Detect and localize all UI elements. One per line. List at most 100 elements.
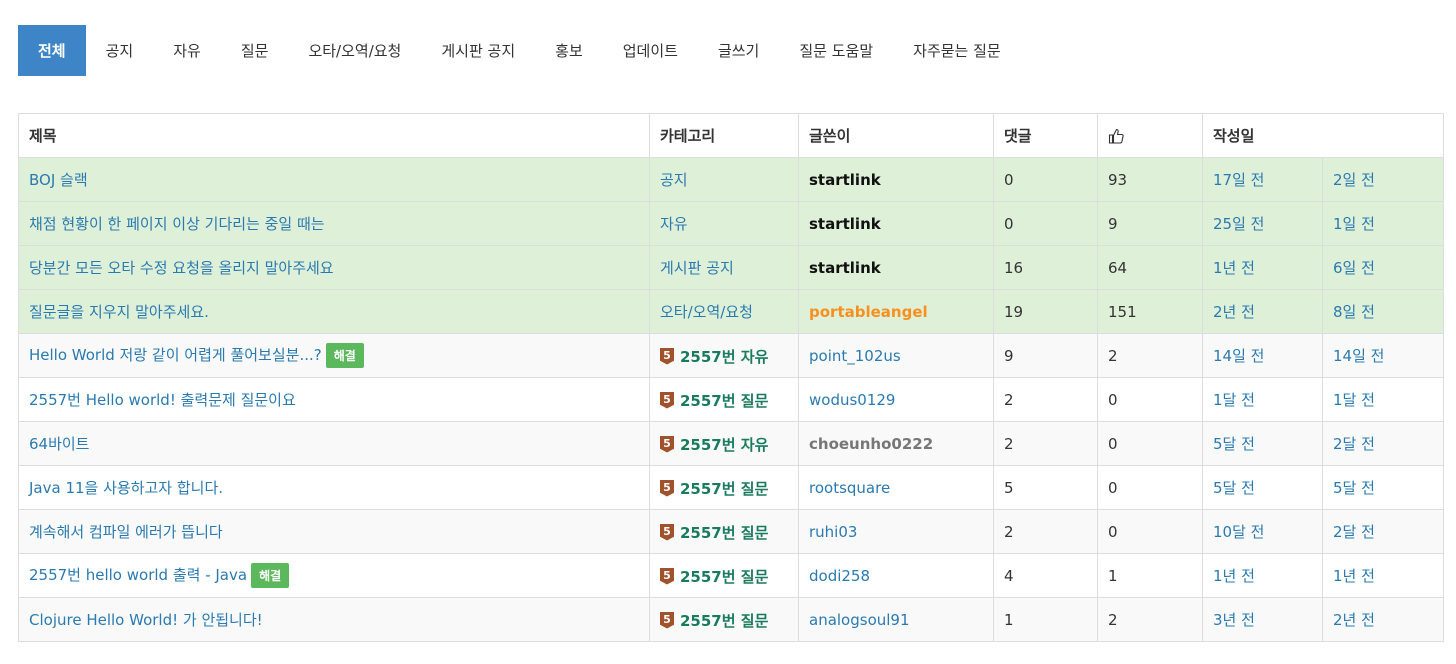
updated-time-link[interactable]: 1일 전 [1333,215,1375,233]
tab-8[interactable]: 글쓰기 [698,25,779,76]
created-time-link[interactable]: 1년 전 [1213,567,1255,585]
comment-count: 19 [1004,302,1024,321]
author-link[interactable]: startlink [809,259,881,277]
table-row[interactable]: BOJ 슬랙 공지 startlink 0 93 17일 전 2일 전 [18,157,1444,202]
problem-category-link[interactable]: 5 2557번 질문 [660,610,768,631]
tab-7[interactable]: 업데이트 [603,25,698,76]
updated-time-link[interactable]: 1달 전 [1333,391,1375,409]
tab-5[interactable]: 게시판 공지 [421,25,535,76]
tab-9[interactable]: 질문 도움말 [779,25,893,76]
author-link[interactable]: choeunho0222 [809,435,933,453]
post-title-link[interactable]: 당분간 모든 오타 수정 요청을 올리지 말아주세요 [29,259,334,277]
table-row[interactable]: 계속해서 컴파일 에러가 뜹니다 5 2557번 질문 ruhi03 2 0 10달 전 2달… [18,509,1444,554]
created-time-link[interactable]: 10달 전 [1213,523,1264,541]
post-title-link[interactable]: Java 11을 사용하고자 합니다. [29,479,223,497]
tab-2[interactable]: 자유 [153,25,221,76]
author-link[interactable]: portableangel [809,303,928,321]
tab-1[interactable]: 공지 [86,25,154,76]
header-category[interactable]: 카테고리 [649,113,799,158]
category-link[interactable]: 자유 [660,215,688,233]
problem-category-link[interactable]: 5 2557번 자유 [660,346,768,367]
table-row[interactable]: 질문글을 지우지 말아주세요. 오타/오역/요청 portableangel 19 15… [18,289,1444,334]
post-title-link[interactable]: Hello World 저랑 같이 어렵게 풀어보실분...? [29,346,322,364]
author-link[interactable]: startlink [809,171,881,189]
created-time-link[interactable]: 1년 전 [1213,259,1255,277]
header-date[interactable]: 작성일 [1202,113,1444,158]
author-link[interactable]: point_102us [809,347,901,365]
table-row[interactable]: Java 11을 사용하고자 합니다. 5 2557번 질문 rootsquare 5 0… [18,465,1444,510]
problem-category-link[interactable]: 5 2557번 질문 [660,566,768,587]
like-count: 1 [1108,566,1118,585]
created-time-link[interactable]: 3년 전 [1213,611,1255,629]
header-comments[interactable]: 댓글 [993,113,1098,158]
cell-comments: 16 [993,245,1098,290]
cell-author: dodi258 [798,553,994,598]
updated-time-link[interactable]: 1년 전 [1333,567,1375,585]
cell-updated: 1일 전 [1322,201,1444,246]
author-link[interactable]: ruhi03 [809,523,857,541]
table-row[interactable]: 당분간 모든 오타 수정 요청을 올리지 말아주세요 게시판 공지 startlin… [18,245,1444,290]
cell-author: ruhi03 [798,509,994,554]
post-title-link[interactable]: 64바이트 [29,435,90,453]
post-title-link[interactable]: 질문글을 지우지 말아주세요. [29,303,209,321]
cell-updated: 2달 전 [1322,421,1444,466]
problem-category-link[interactable]: 5 2557번 질문 [660,390,768,411]
cell-category: 5 2557번 질문 [649,465,799,510]
post-title-link[interactable]: 2557번 hello world 출력 - Java [29,566,247,584]
created-time-link[interactable]: 5달 전 [1213,435,1255,453]
post-title-link[interactable]: 채점 현황이 한 페이지 이상 기다리는 중일 때는 [29,215,325,233]
updated-time-link[interactable]: 8일 전 [1333,303,1375,321]
table-row[interactable]: 64바이트 5 2557번 자유 choeunho0222 2 0 5달 전 2달 전 [18,421,1444,466]
author-link[interactable]: analogsoul91 [809,611,910,629]
comment-count: 0 [1004,170,1014,189]
created-time-link[interactable]: 14일 전 [1213,347,1264,365]
table-row[interactable]: 2557번 hello world 출력 - Java 해결 5 2557번 질문 do… [18,553,1444,598]
cell-comments: 5 [993,465,1098,510]
category-link[interactable]: 공지 [660,171,688,189]
tab-0[interactable]: 전체 [18,25,86,76]
header-likes[interactable] [1097,113,1203,158]
table-row[interactable]: 2557번 Hello world! 출력문제 질문이요 5 2557번 질문 wod… [18,377,1444,422]
table-row[interactable]: 채점 현황이 한 페이지 이상 기다리는 중일 때는 자유 startlink 0 9 2… [18,201,1444,246]
updated-time-link[interactable]: 2달 전 [1333,523,1375,541]
updated-time-link[interactable]: 2년 전 [1333,611,1375,629]
author-link[interactable]: rootsquare [809,479,890,497]
created-time-link[interactable]: 1달 전 [1213,391,1255,409]
cell-created: 3년 전 [1202,597,1323,642]
created-time-link[interactable]: 17일 전 [1213,171,1264,189]
header-title[interactable]: 제목 [18,113,650,158]
header-author[interactable]: 글쓴이 [798,113,994,158]
author-link[interactable]: dodi258 [809,567,870,585]
problem-category-link[interactable]: 5 2557번 자유 [660,434,768,455]
post-title-link[interactable]: BOJ 슬랙 [29,171,88,189]
table-row[interactable]: Hello World 저랑 같이 어렵게 풀어보실분...? 해결 5 2557번 … [18,333,1444,378]
updated-time-link[interactable]: 14일 전 [1333,347,1384,365]
tab-10[interactable]: 자주묻는 질문 [893,25,1021,76]
cell-author: startlink [798,157,994,202]
category-link[interactable]: 오타/오역/요청 [660,303,753,321]
post-title-link[interactable]: Clojure Hello World! 가 안됩니다! [29,611,263,629]
created-time-link[interactable]: 25일 전 [1213,215,1264,233]
cell-comments: 4 [993,553,1098,598]
created-time-link[interactable]: 5달 전 [1213,479,1255,497]
updated-time-link[interactable]: 2달 전 [1333,435,1375,453]
like-count: 0 [1108,522,1118,541]
cell-category: 5 2557번 질문 [649,553,799,598]
tab-6[interactable]: 홍보 [535,25,603,76]
cell-author: rootsquare [798,465,994,510]
author-link[interactable]: wodus0129 [809,391,895,409]
updated-time-link[interactable]: 6일 전 [1333,259,1375,277]
author-link[interactable]: startlink [809,215,881,233]
problem-category-link[interactable]: 5 2557번 질문 [660,478,768,499]
post-title-link[interactable]: 계속해서 컴파일 에러가 뜹니다 [29,523,223,541]
created-time-link[interactable]: 2년 전 [1213,303,1255,321]
table-row[interactable]: Clojure Hello World! 가 안됩니다! 5 2557번 질문 ana… [18,597,1444,642]
problem-category-link[interactable]: 5 2557번 질문 [660,522,768,543]
updated-time-link[interactable]: 5달 전 [1333,479,1375,497]
tab-4[interactable]: 오타/오역/요청 [288,25,421,76]
tab-3[interactable]: 질문 [221,25,289,76]
updated-time-link[interactable]: 2일 전 [1333,171,1375,189]
category-link[interactable]: 게시판 공지 [660,259,734,277]
like-count: 93 [1108,170,1128,189]
post-title-link[interactable]: 2557번 Hello world! 출력문제 질문이요 [29,391,296,409]
